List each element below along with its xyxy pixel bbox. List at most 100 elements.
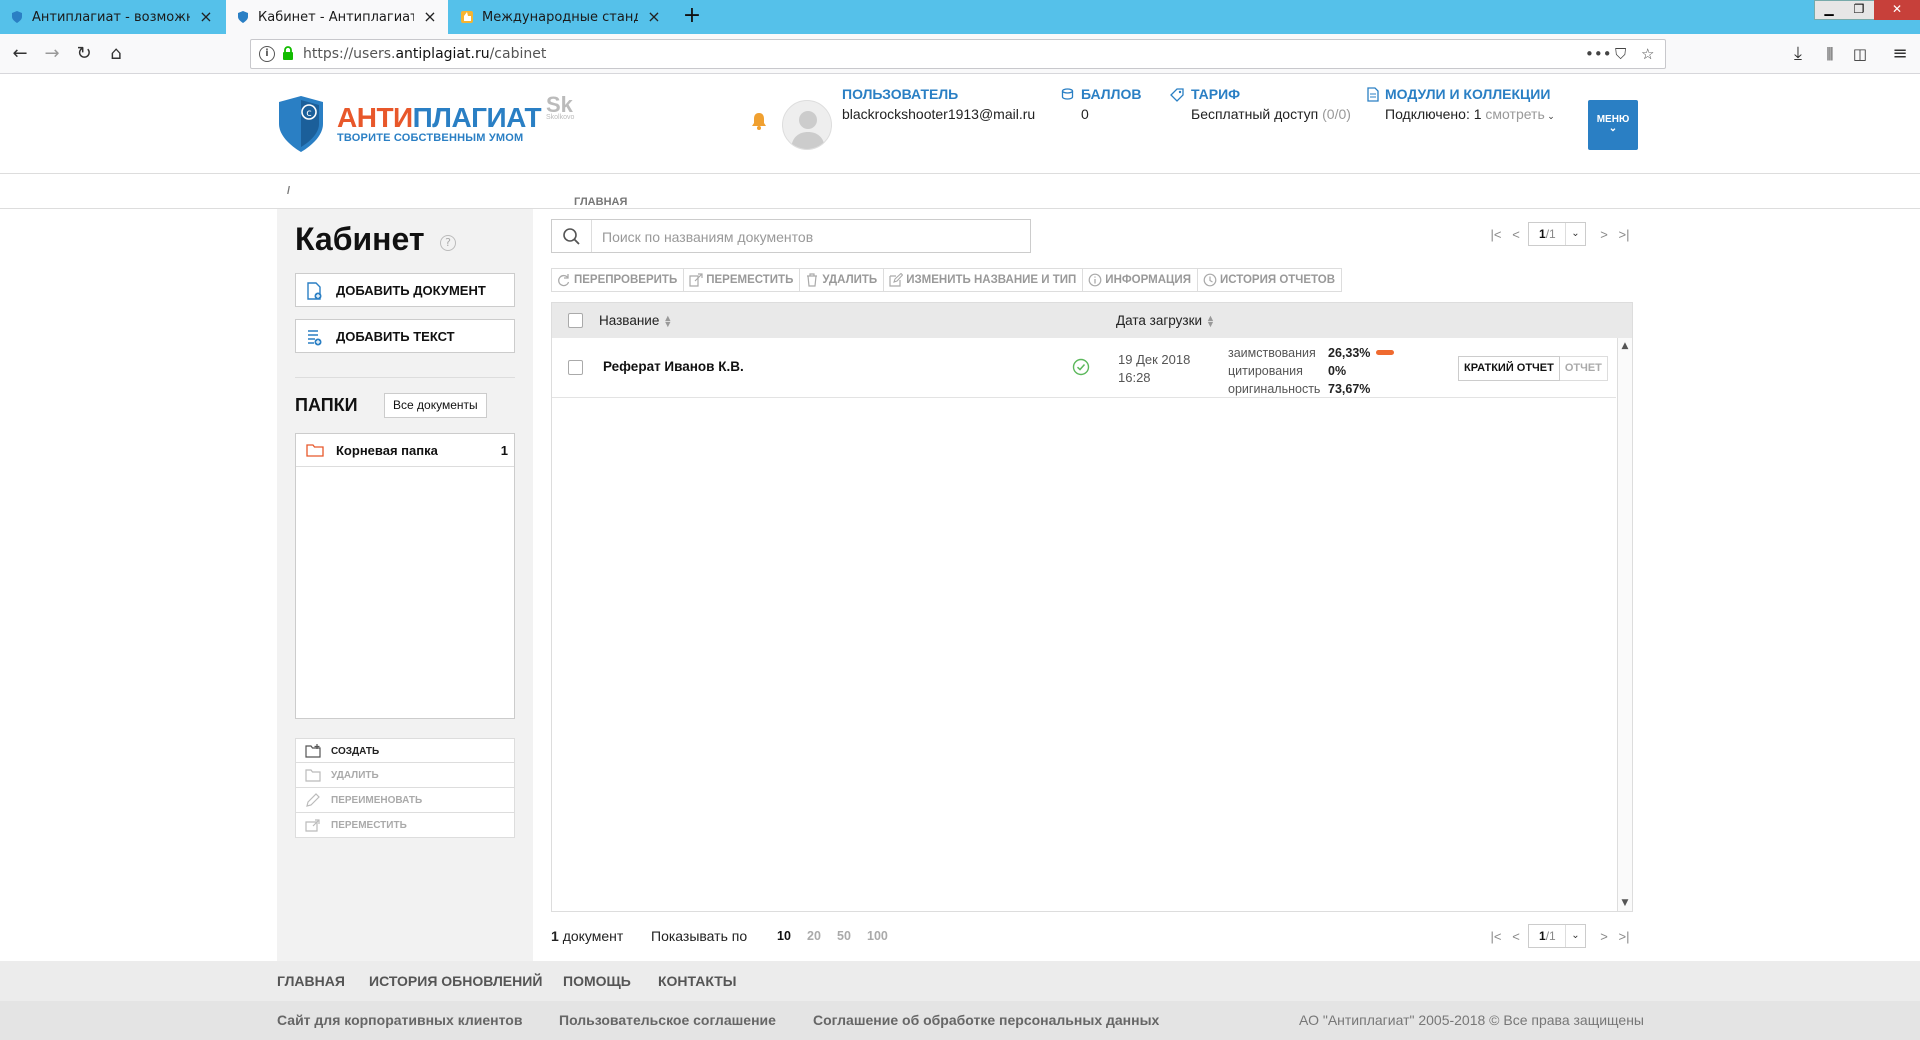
privacy-agreement-link[interactable]: Соглашение об обработке персональных дан…: [813, 1012, 1159, 1028]
folder-icon: [306, 444, 324, 457]
page-size-50[interactable]: 50: [837, 929, 851, 943]
footer-home-link[interactable]: ГЛАВНАЯ: [277, 973, 345, 989]
site-header: c АНТИПЛАГИАТ ТВОРИТЕ СОБСТВЕННЫМ УМОМ S…: [0, 74, 1920, 174]
document-title[interactable]: Реферат Иванов К.В.: [603, 359, 744, 374]
browser-tab-bar: Антиплагиат - возможность п × Кабинет - …: [0, 0, 1920, 34]
delete-document-button[interactable]: УДАЛИТЬ: [799, 268, 885, 292]
points-label[interactable]: БАЛЛОВ: [1081, 86, 1141, 102]
notification-bell-icon[interactable]: [751, 112, 767, 130]
add-text-button[interactable]: ДОБАВИТЬ ТЕКСТ: [295, 319, 515, 353]
select-all-checkbox[interactable]: [568, 313, 583, 328]
table-row[interactable]: Реферат Иванов К.В. 19 Дек 2018 16:28 заи…: [552, 338, 1616, 398]
browser-tab-standards[interactable]: Международные стандарты на ×: [450, 0, 672, 34]
sidebar-toggle-icon[interactable]: ◫: [1848, 42, 1872, 66]
bookmark-star-icon[interactable]: ☆: [1641, 45, 1654, 63]
user-agreement-link[interactable]: Пользовательское соглашение: [559, 1012, 776, 1028]
all-documents-button[interactable]: Все документы: [384, 393, 487, 418]
search-icon[interactable]: [552, 220, 592, 252]
documents-table: Название ▲ ▼ Дата загрузки ▲ ▼ Реферат Ивано…: [551, 302, 1633, 912]
delete-folder-icon: [305, 769, 321, 782]
last-page-icon[interactable]: >|: [1616, 928, 1632, 946]
forward-arrow-icon[interactable]: →: [40, 42, 64, 66]
menu-button[interactable]: МЕНЮ ⌄: [1588, 100, 1638, 150]
modules-view-link[interactable]: смотреть: [1485, 106, 1544, 122]
back-arrow-icon[interactable]: ←: [8, 42, 32, 66]
info-button[interactable]: ИНФОРМАЦИЯ: [1082, 268, 1198, 292]
pencil-icon: [306, 793, 320, 807]
delete-folder-button[interactable]: УДАЛИТЬ: [295, 763, 515, 788]
home-icon[interactable]: ⌂: [104, 42, 128, 66]
library-icon[interactable]: ⫼: [1818, 42, 1842, 66]
site-info-icon[interactable]: i: [259, 46, 275, 62]
footer-updates-link[interactable]: ИСТОРИЯ ОБНОВЛЕНИЙ: [369, 973, 542, 989]
last-page-icon[interactable]: >|: [1616, 226, 1632, 244]
refresh-icon: [558, 274, 570, 287]
footer-contacts-link[interactable]: КОНТАКТЫ: [658, 973, 736, 989]
user-avatar[interactable]: [782, 100, 832, 150]
shield-favicon-icon: [238, 11, 248, 23]
modules-label[interactable]: МОДУЛИ И КОЛЛЕКЦИИ: [1385, 86, 1550, 102]
column-name-header[interactable]: Название ▲ ▼: [599, 313, 673, 330]
hamburger-menu-icon[interactable]: ≡: [1888, 42, 1912, 66]
prev-page-icon[interactable]: <: [1508, 226, 1524, 244]
page-select[interactable]: 1/1 ⌄: [1528, 924, 1586, 948]
browser-tab-cabinet[interactable]: Кабинет - Антиплагиат ×: [226, 0, 448, 34]
corporate-site-link[interactable]: Сайт для корпоративных клиентов: [277, 1012, 522, 1028]
scroll-up-icon[interactable]: ▲: [1618, 339, 1632, 353]
info-icon: [1088, 273, 1102, 287]
short-report-button[interactable]: КРАТКИЙ ОТЧЕТ: [1458, 356, 1560, 381]
tariff-label[interactable]: ТАРИФ: [1191, 86, 1240, 102]
user-silhouette-icon: [791, 111, 825, 149]
full-report-button[interactable]: ОТЧЕТ: [1559, 356, 1608, 381]
next-page-icon[interactable]: >: [1596, 928, 1612, 946]
pocket-icon[interactable]: ⛉: [1615, 45, 1626, 63]
sort-icon: ▲ ▼: [663, 313, 673, 330]
points-value: 0: [1081, 106, 1089, 122]
close-tab-icon[interactable]: ×: [646, 9, 662, 25]
search-input[interactable]: [602, 227, 1022, 247]
first-page-icon[interactable]: |<: [1488, 226, 1504, 244]
add-document-button[interactable]: ДОБАВИТЬ ДОКУМЕНТ: [295, 273, 515, 307]
page-select[interactable]: 1/1 ⌄: [1528, 222, 1586, 246]
browser-tab-antiplagiat-features[interactable]: Антиплагиат - возможность п ×: [0, 0, 224, 34]
move-folder-button[interactable]: ПЕРЕМЕСТИТЬ: [295, 813, 515, 838]
report-history-button[interactable]: ИСТОРИЯ ОТЧЕТОВ: [1196, 268, 1343, 292]
prev-page-icon[interactable]: <: [1508, 928, 1524, 946]
page-size-20[interactable]: 20: [807, 929, 821, 943]
reload-icon[interactable]: ↻: [72, 42, 96, 66]
first-page-icon[interactable]: |<: [1488, 928, 1504, 946]
page-actions-icon[interactable]: •••: [1585, 45, 1612, 63]
new-tab-plus-icon[interactable]: +: [676, 0, 708, 34]
page-size-100[interactable]: 100: [867, 929, 888, 943]
address-bar[interactable]: i https://users.antiplagiat.ru/cabinet •…: [250, 39, 1666, 69]
edit-icon: [889, 273, 904, 287]
close-tab-icon[interactable]: ×: [198, 9, 214, 25]
help-question-icon[interactable]: ?: [440, 235, 456, 251]
downloads-icon[interactable]: ⤓: [1786, 42, 1810, 66]
close-tab-icon[interactable]: ×: [422, 9, 438, 25]
logo-tagline: ТВОРИТЕ СОБСТВЕННЫМ УМОМ: [337, 132, 524, 144]
close-window-icon[interactable]: ✕: [1874, 0, 1920, 20]
rename-document-button[interactable]: ИЗМЕНИТЬ НАЗВАНИЕ И ТИП: [883, 268, 1084, 292]
minimize-window-icon[interactable]: ▁: [1814, 0, 1844, 20]
scroll-down-icon[interactable]: ▼: [1618, 896, 1632, 910]
move-document-button[interactable]: ПЕРЕМЕСТИТЬ: [683, 268, 801, 292]
vertical-scrollbar[interactable]: ▲ ▼: [1617, 338, 1632, 911]
maximize-window-icon[interactable]: ❐: [1844, 0, 1874, 20]
folder-count: 1: [500, 443, 508, 458]
logo-title[interactable]: АНТИПЛАГИАТ: [337, 102, 542, 134]
next-page-icon[interactable]: >: [1596, 226, 1612, 244]
page-size-10[interactable]: 10: [777, 929, 791, 943]
create-folder-button[interactable]: СОЗДАТЬ: [295, 738, 515, 763]
row-checkbox[interactable]: [568, 360, 583, 375]
antiplagiat-shield-logo-icon[interactable]: c: [277, 94, 325, 154]
user-label[interactable]: ПОЛЬЗОВАТЕЛЬ: [842, 86, 958, 102]
breadcrumb-home-link[interactable]: ГЛАВНАЯ: [574, 196, 627, 208]
column-date-header[interactable]: Дата загрузки ▲ ▼: [1116, 313, 1215, 329]
rename-folder-button[interactable]: ПЕРЕИМЕНОВАТЬ: [295, 788, 515, 813]
footer-help-link[interactable]: ПОМОЩЬ: [563, 973, 631, 989]
recheck-button[interactable]: ПЕРЕПРОВЕРИТЬ: [551, 268, 685, 292]
add-document-icon: [307, 282, 322, 300]
pagination-bottom: |< < 1/1 ⌄ > >|: [1488, 924, 1633, 950]
folder-item-root[interactable]: Корневая папка 1: [296, 434, 514, 467]
